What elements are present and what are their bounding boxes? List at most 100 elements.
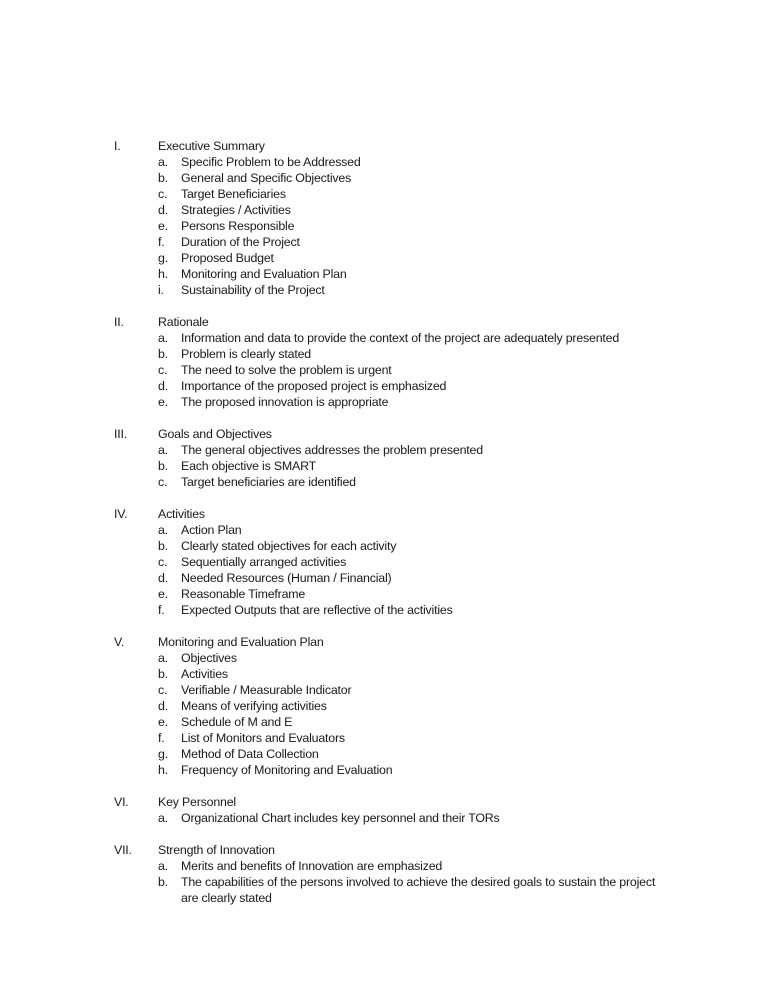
section-title: Key Personnel xyxy=(158,795,236,809)
item-text: Specific Problem to be Addressed xyxy=(181,155,361,169)
item-letter: b. xyxy=(158,347,168,361)
item-text: Sequentially arranged activities xyxy=(181,555,347,569)
item-letter: f. xyxy=(158,731,165,745)
section-item-list: a. Organizational Chart includes key per… xyxy=(0,810,768,826)
outline-section: V. Monitoring and Evaluation Plan a. Obj… xyxy=(0,634,768,778)
list-item: c. Sequentially arranged activities xyxy=(0,554,768,570)
item-text: Expected Outputs that are reflective of … xyxy=(181,603,453,617)
list-item: a. Action Plan xyxy=(0,522,768,538)
item-letter: a. xyxy=(158,155,168,169)
item-text: List of Monitors and Evaluators xyxy=(181,731,345,745)
list-item: e. Reasonable Timeframe xyxy=(0,586,768,602)
list-item: h. Frequency of Monitoring and Evaluatio… xyxy=(0,762,768,778)
item-letter: f. xyxy=(158,235,165,249)
item-text: Merits and benefits of Innovation are em… xyxy=(181,859,443,873)
outline-section: IV. Activities a. Action Plan b. Clearly… xyxy=(0,506,768,618)
list-item: b. Activities xyxy=(0,666,768,682)
section-item-list: a. Information and data to provide the c… xyxy=(0,330,768,410)
item-text: Method of Data Collection xyxy=(181,747,319,761)
section-title: Strength of Innovation xyxy=(158,843,275,857)
item-text: Means of verifying activities xyxy=(181,699,327,713)
list-item: d. Needed Resources (Human / Financial) xyxy=(0,570,768,586)
item-letter: c. xyxy=(158,555,168,569)
outline-section: VII. Strength of Innovation a. Merits an… xyxy=(0,842,768,906)
item-text: Target Beneficiaries xyxy=(181,187,286,201)
item-letter: c. xyxy=(158,363,168,377)
list-item: a. Merits and benefits of Innovation are… xyxy=(0,858,768,874)
section-heading: III. Goals and Objectives xyxy=(0,426,768,442)
item-letter: a. xyxy=(158,811,168,825)
section-heading: VII. Strength of Innovation xyxy=(0,842,768,858)
list-item: c. Verifiable / Measurable Indicator xyxy=(0,682,768,698)
item-text: Importance of the proposed project is em… xyxy=(181,379,447,393)
item-text: The proposed innovation is appropriate xyxy=(181,395,389,409)
section-numeral: VI. xyxy=(114,795,129,809)
outline-section: VI. Key Personnel a. Organizational Char… xyxy=(0,794,768,826)
item-letter: e. xyxy=(158,715,168,729)
list-item: f. Duration of the Project xyxy=(0,234,768,250)
item-letter: h. xyxy=(158,267,168,281)
item-text: Schedule of M and E xyxy=(181,715,293,729)
list-item: b. Clearly stated objectives for each ac… xyxy=(0,538,768,554)
item-letter: d. xyxy=(158,571,168,585)
item-text: Monitoring and Evaluation Plan xyxy=(181,267,347,281)
list-item: b. The capabilities of the persons invol… xyxy=(0,874,768,906)
section-item-list: a. Action Plan b. Clearly stated objecti… xyxy=(0,522,768,618)
list-item: c. Target beneficiaries are identified xyxy=(0,474,768,490)
list-item: f. List of Monitors and Evaluators xyxy=(0,730,768,746)
list-item: a. Organizational Chart includes key per… xyxy=(0,810,768,826)
item-text: Verifiable / Measurable Indicator xyxy=(181,683,352,697)
section-numeral: V. xyxy=(114,635,125,649)
item-letter: h. xyxy=(158,763,168,777)
section-title: Executive Summary xyxy=(158,139,265,153)
item-letter: a. xyxy=(158,331,168,345)
item-text: Target beneficiaries are identified xyxy=(181,475,356,489)
item-text: Information and data to provide the cont… xyxy=(181,331,620,345)
item-text: Organizational Chart includes key person… xyxy=(181,811,500,825)
list-item: b. Problem is clearly stated xyxy=(0,346,768,362)
item-letter: a. xyxy=(158,443,168,457)
item-letter: d. xyxy=(158,379,168,393)
item-text: General and Specific Objectives xyxy=(181,171,352,185)
list-item: a. Information and data to provide the c… xyxy=(0,330,768,346)
item-text: The general objectives addresses the pro… xyxy=(181,443,483,457)
item-text: Strategies / Activities xyxy=(181,203,291,217)
section-heading: VI. Key Personnel xyxy=(0,794,768,810)
item-letter: d. xyxy=(158,203,168,217)
list-item: i. Sustainability of the Project xyxy=(0,282,768,298)
item-letter: i. xyxy=(158,283,164,297)
section-numeral: VII. xyxy=(114,843,132,857)
list-item: e. The proposed innovation is appropriat… xyxy=(0,394,768,410)
item-letter: d. xyxy=(158,699,168,713)
list-item: a. Objectives xyxy=(0,650,768,666)
item-text: Duration of the Project xyxy=(181,235,300,249)
item-letter: e. xyxy=(158,219,168,233)
item-text: Activities xyxy=(181,667,228,681)
outline-section: II. Rationale a. Information and data to… xyxy=(0,314,768,410)
item-letter: b. xyxy=(158,875,168,889)
section-title: Goals and Objectives xyxy=(158,427,272,441)
section-heading: IV. Activities xyxy=(0,506,768,522)
item-text: Objectives xyxy=(181,651,237,665)
document-outline: I. Executive Summary a. Specific Problem… xyxy=(0,138,768,922)
item-text: Reasonable Timeframe xyxy=(181,587,306,601)
item-letter: b. xyxy=(158,667,168,681)
list-item: g. Method of Data Collection xyxy=(0,746,768,762)
item-text: Proposed Budget xyxy=(181,251,274,265)
list-item: d. Importance of the proposed project is… xyxy=(0,378,768,394)
outline-section: I. Executive Summary a. Specific Problem… xyxy=(0,138,768,298)
section-title: Activities xyxy=(158,507,205,521)
list-item: b. General and Specific Objectives xyxy=(0,170,768,186)
section-title: Monitoring and Evaluation Plan xyxy=(158,635,324,649)
item-letter: e. xyxy=(158,395,168,409)
item-text: Sustainability of the Project xyxy=(181,283,325,297)
item-letter: g. xyxy=(158,747,168,761)
item-text: Problem is clearly stated xyxy=(181,347,311,361)
section-item-list: a. Merits and benefits of Innovation are… xyxy=(0,858,768,906)
section-numeral: I. xyxy=(114,139,121,153)
item-text: The capabilities of the persons involved… xyxy=(181,875,656,905)
list-item: c. The need to solve the problem is urge… xyxy=(0,362,768,378)
list-item: c. Target Beneficiaries xyxy=(0,186,768,202)
item-letter: e. xyxy=(158,587,168,601)
item-letter: c. xyxy=(158,187,168,201)
